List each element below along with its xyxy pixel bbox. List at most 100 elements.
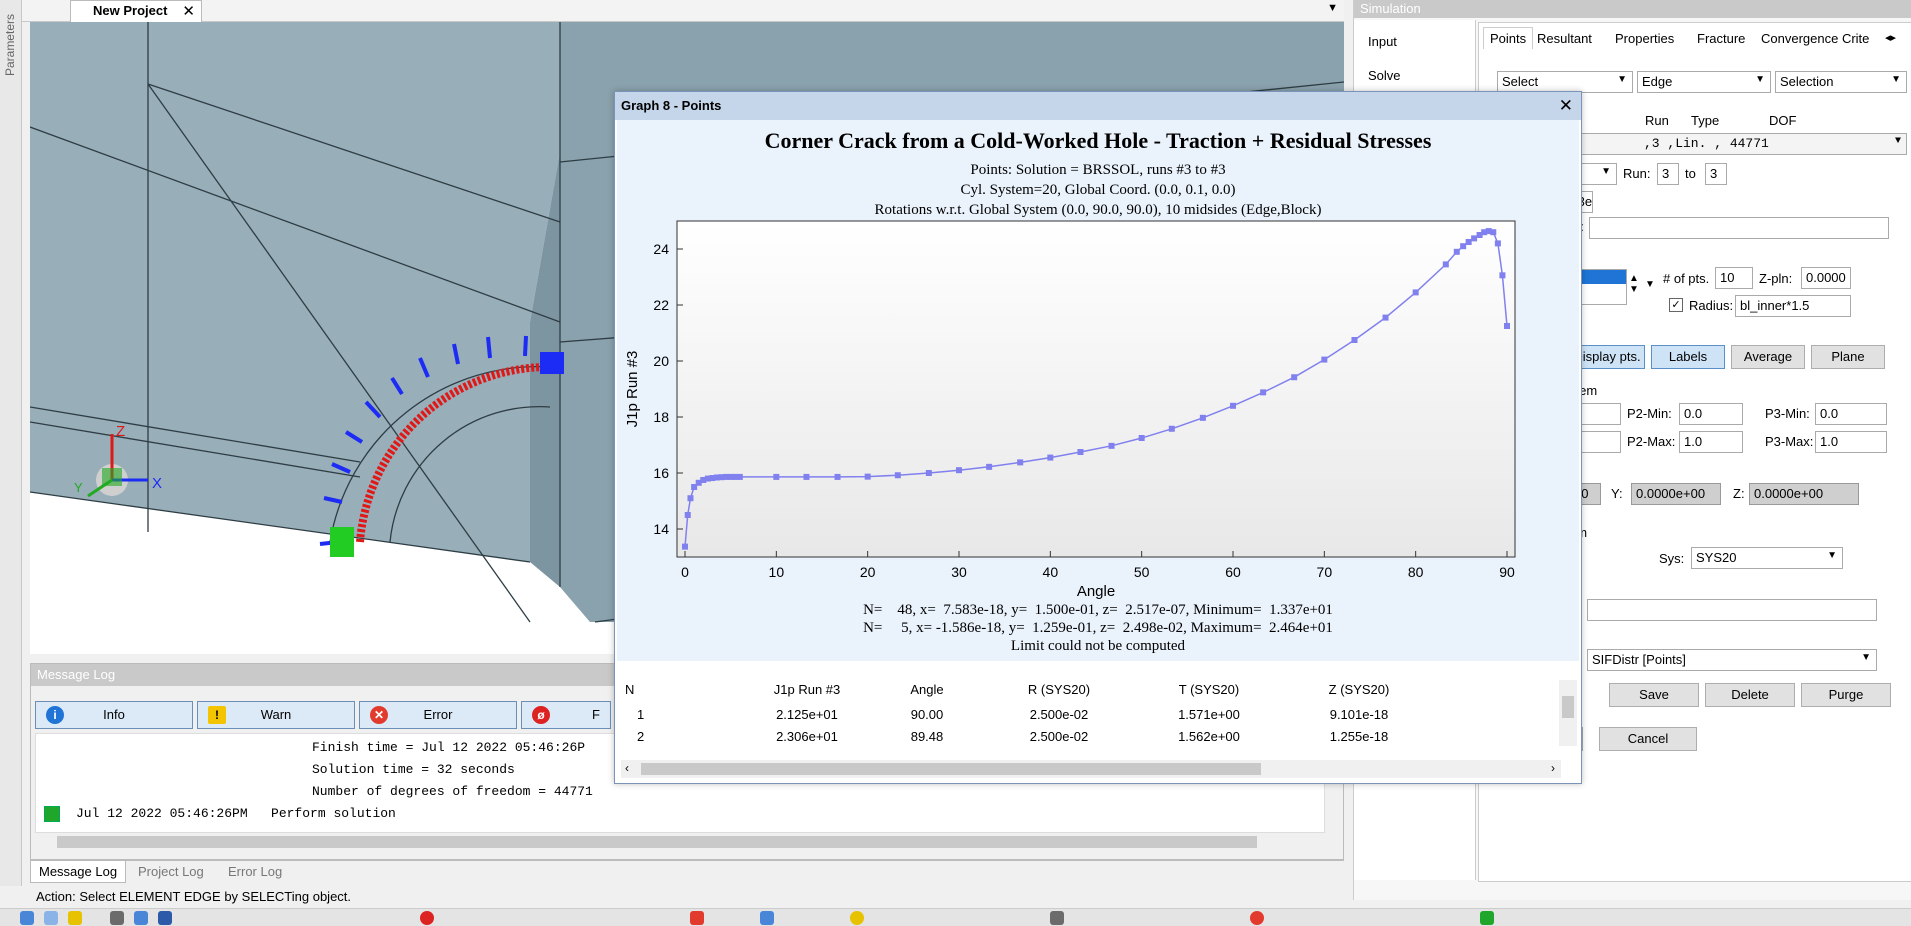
mesh-tool-icon[interactable] xyxy=(158,911,172,925)
zpln-input[interactable]: 0.0000 xyxy=(1801,267,1851,289)
graph-window-titlebar[interactable]: Graph 8 - Points ✕ xyxy=(615,92,1581,120)
p2min-input[interactable]: 0.0 xyxy=(1679,403,1743,425)
data-point xyxy=(1504,323,1510,329)
scroll-thumb[interactable] xyxy=(57,836,1257,848)
chevron-right-icon[interactable]: › xyxy=(1551,761,1555,775)
y-coord-input[interactable]: 0.0000e+00 xyxy=(1631,483,1721,505)
error-filter-button[interactable]: ✕ Error xyxy=(359,701,517,729)
spinner-icon[interactable]: ▲ ▼ xyxy=(1629,273,1639,295)
log-horizontal-scrollbar[interactable] xyxy=(35,833,1325,851)
name-input[interactable] xyxy=(1589,217,1889,239)
chevron-down-icon: ▼ xyxy=(1601,166,1611,177)
window-tool-icon[interactable] xyxy=(1050,911,1064,925)
tab-fracture[interactable]: Fracture xyxy=(1697,31,1745,46)
run-from-input[interactable]: 3 xyxy=(1657,163,1679,185)
parameters-strip[interactable]: Parameters xyxy=(0,0,22,900)
col-header-n[interactable]: N xyxy=(625,682,634,697)
tab-convergence[interactable]: Convergence Crite xyxy=(1761,31,1869,46)
close-icon[interactable]: ✕ xyxy=(1559,96,1573,116)
tab-message-log[interactable]: Message Log xyxy=(30,861,127,883)
table-vertical-scrollbar[interactable] xyxy=(1559,680,1577,746)
data-point xyxy=(736,473,743,480)
log-line: Jul 12 2022 05:46:26PM Perform solution xyxy=(76,806,396,821)
data-point xyxy=(1465,239,1472,245)
selection-dropdown[interactable]: Selection ▼ xyxy=(1775,71,1907,93)
tab-points[interactable]: Points xyxy=(1483,27,1534,49)
run-to-input[interactable]: 3 xyxy=(1705,163,1727,185)
delete-button[interactable]: Delete xyxy=(1705,683,1795,707)
tab-properties[interactable]: Properties xyxy=(1615,31,1674,46)
plane-button[interactable]: Plane xyxy=(1811,345,1885,369)
tab-scroll-icon[interactable]: ◂▸ xyxy=(1885,31,1896,44)
tab-new-project[interactable]: New Project ✕ xyxy=(70,0,202,22)
info-icon: i xyxy=(46,706,64,724)
sys-label: Sys: xyxy=(1659,551,1685,566)
table-row[interactable]: 2 2.306e+01 89.48 2.500e-02 1.562e+00 1.… xyxy=(617,726,1557,748)
select-dropdown[interactable]: Select ▼ xyxy=(1497,71,1633,93)
col-header-t[interactable]: T (SYS20) xyxy=(1139,682,1279,697)
error-icon: ✕ xyxy=(370,706,388,724)
chevron-left-icon[interactable]: ‹ xyxy=(625,761,629,775)
cancel-button[interactable]: Cancel xyxy=(1599,727,1697,751)
data-point xyxy=(1291,374,1298,381)
close-icon[interactable]: ✕ xyxy=(182,2,195,20)
parameters-label: Parameters xyxy=(3,14,17,77)
p3min-input[interactable]: 0.0 xyxy=(1815,403,1887,425)
line-chart: 14 16 18 20 22 24 0 10 20 30 40 50 60 70 80 90 J1p Run… xyxy=(624,220,1516,600)
npts-input[interactable]: 10 xyxy=(1715,267,1753,289)
sys-dropdown[interactable]: SYS20 ▼ xyxy=(1691,547,1843,569)
warn-filter-button[interactable]: ! Warn xyxy=(197,701,355,729)
tab-resultant[interactable]: Resultant xyxy=(1537,31,1592,46)
pick-tool-icon[interactable] xyxy=(44,911,58,925)
col-header-j1p[interactable]: J1p Run #3 xyxy=(747,682,867,697)
fatal-filter-button[interactable]: øF xyxy=(521,701,611,729)
col-header-z[interactable]: Z (SYS20) xyxy=(1289,682,1429,697)
p3max-input[interactable]: 1.0 xyxy=(1815,431,1887,453)
distribution-dropdown[interactable]: SIFDistr [Points] ▼ xyxy=(1587,649,1877,671)
purge-button[interactable]: Purge xyxy=(1801,683,1891,707)
grid-tool-icon[interactable] xyxy=(134,911,148,925)
radius-input[interactable]: bl_inner*1.5 xyxy=(1735,295,1851,317)
average-button[interactable]: Average xyxy=(1731,345,1805,369)
run-list[interactable]: ,3 ,Lin. , 44771 ▼ xyxy=(1569,133,1907,155)
record-tool-icon[interactable] xyxy=(420,911,434,925)
z-coord-input[interactable]: 0.0000e+00 xyxy=(1749,483,1859,505)
chevron-down-icon[interactable]: ▼ xyxy=(1327,2,1338,14)
p2max-input[interactable]: 1.0 xyxy=(1679,431,1743,453)
table-horizontal-scrollbar[interactable]: ‹ › xyxy=(621,760,1561,778)
stop-tool-icon[interactable] xyxy=(1250,911,1264,925)
edge-dropdown[interactable]: Edge ▼ xyxy=(1637,71,1771,93)
col-header-angle[interactable]: Angle xyxy=(867,682,987,697)
view-tool-icon[interactable] xyxy=(110,911,124,925)
light-tool-icon[interactable] xyxy=(68,911,82,925)
data-point xyxy=(1471,235,1478,242)
info-filter-button[interactable]: i Info xyxy=(35,701,193,729)
graph-window[interactable]: Graph 8 - Points ✕ Corner Crack from a C… xyxy=(614,91,1582,784)
scroll-thumb[interactable] xyxy=(641,763,1261,775)
bulb-tool-icon[interactable] xyxy=(850,911,864,925)
table-row[interactable]: 1 2.125e+01 90.00 2.500e-02 1.571e+00 9.… xyxy=(617,704,1557,726)
labels-button[interactable]: Labels xyxy=(1651,345,1725,369)
tab-error-log[interactable]: Error Log xyxy=(220,861,290,883)
p3min-label: P3-Min: xyxy=(1765,406,1810,421)
chevron-down-icon[interactable]: ▼ xyxy=(1645,279,1655,290)
layer-tool-icon[interactable] xyxy=(760,911,774,925)
data-point xyxy=(684,512,691,518)
file-input[interactable] xyxy=(1587,599,1877,621)
scroll-thumb[interactable] xyxy=(1562,696,1574,718)
y-tick-label: 16 xyxy=(653,465,669,481)
points-table[interactable]: N J1p Run #3 Angle R (SYS20) T (SYS20) Z… xyxy=(617,672,1579,782)
data-point xyxy=(682,543,688,550)
nav-solve[interactable]: Solve xyxy=(1368,68,1401,83)
radius-checkbox[interactable]: ✓ xyxy=(1669,298,1683,312)
col-header-r[interactable]: R (SYS20) xyxy=(989,682,1129,697)
save-button[interactable]: Save xyxy=(1609,683,1699,707)
bottom-toolbar xyxy=(0,908,1911,926)
select-tool-icon[interactable] xyxy=(20,911,34,925)
cut-tool-icon[interactable] xyxy=(690,911,704,925)
nav-input[interactable]: Input xyxy=(1368,34,1397,49)
check-tool-icon[interactable] xyxy=(1480,911,1494,925)
tab-project-log[interactable]: Project Log xyxy=(130,861,212,883)
data-point xyxy=(803,473,810,480)
data-point xyxy=(1077,449,1084,455)
